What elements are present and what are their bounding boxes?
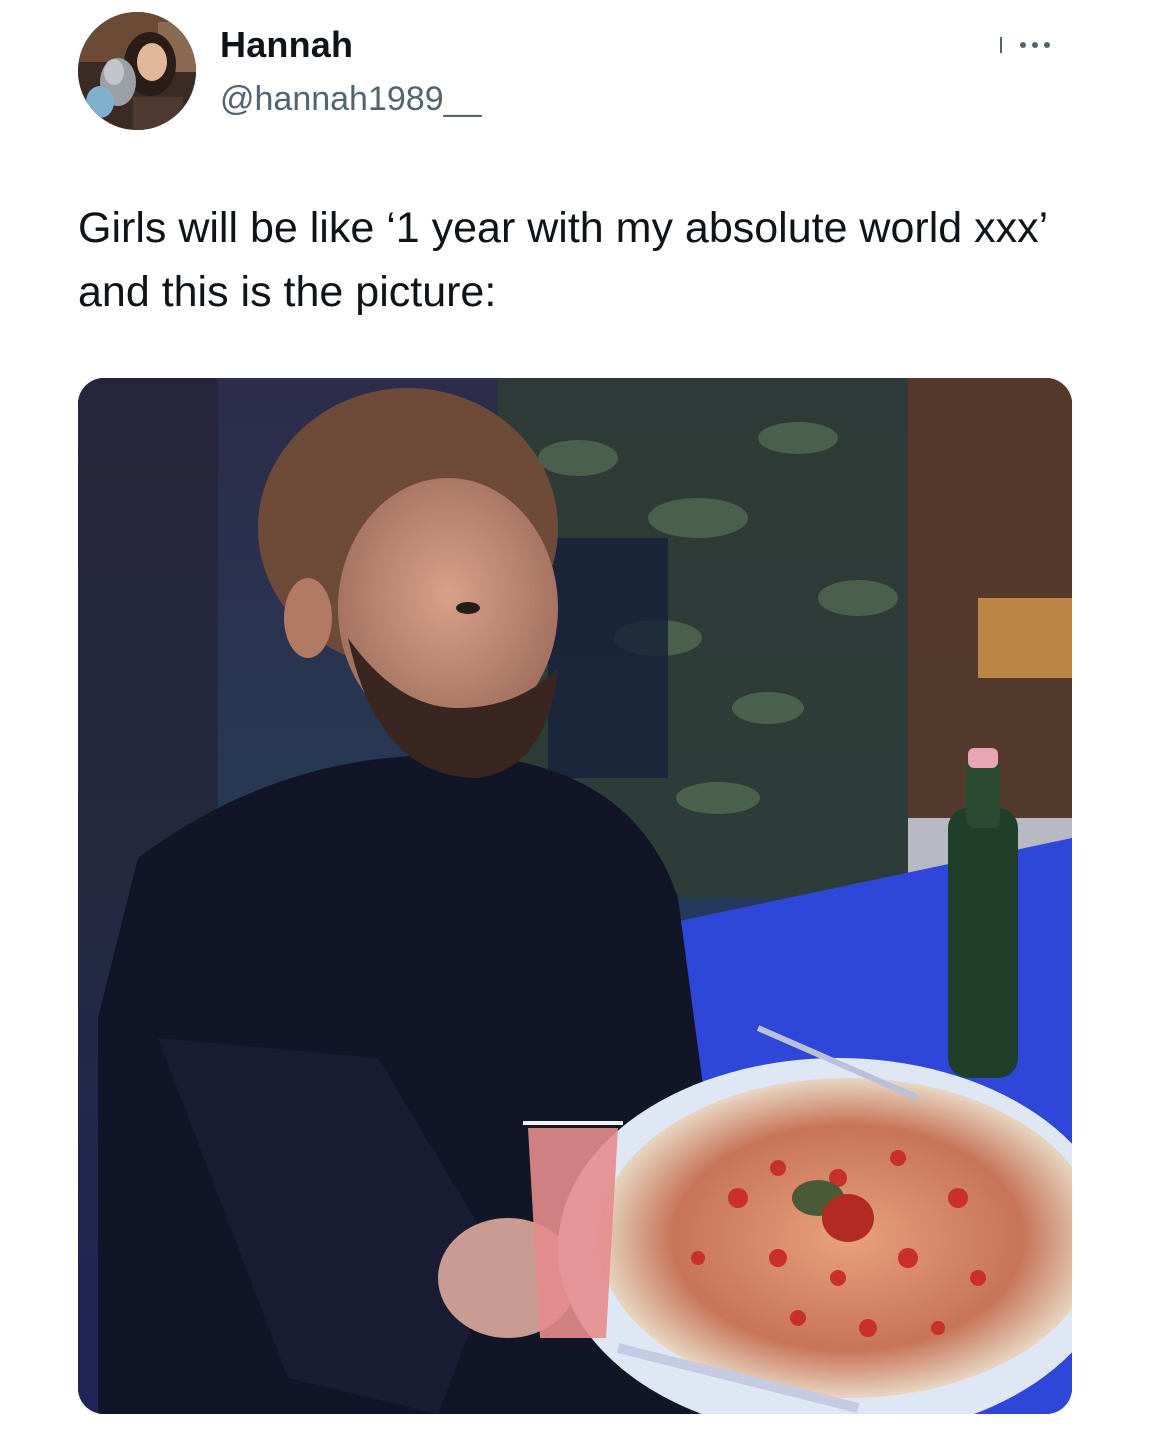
author-handle[interactable]: @hannah1989__ <box>220 80 481 119</box>
tweet-card[interactable]: Hannah @hannah1989__ Girls will be like … <box>0 0 1150 1440</box>
avatar-photo <box>78 12 196 130</box>
more-options-button[interactable] <box>1000 30 1050 60</box>
author-avatar[interactable] <box>78 12 196 130</box>
tweet-text: Girls will be like ‘1 year with my absol… <box>78 204 1047 316</box>
attached-photo <box>78 378 1072 1414</box>
divider <box>1000 37 1002 53</box>
more-options-icon[interactable] <box>1020 42 1050 48</box>
author-display-name[interactable]: Hannah <box>220 24 353 66</box>
tweet-media-photo[interactable] <box>78 378 1072 1414</box>
